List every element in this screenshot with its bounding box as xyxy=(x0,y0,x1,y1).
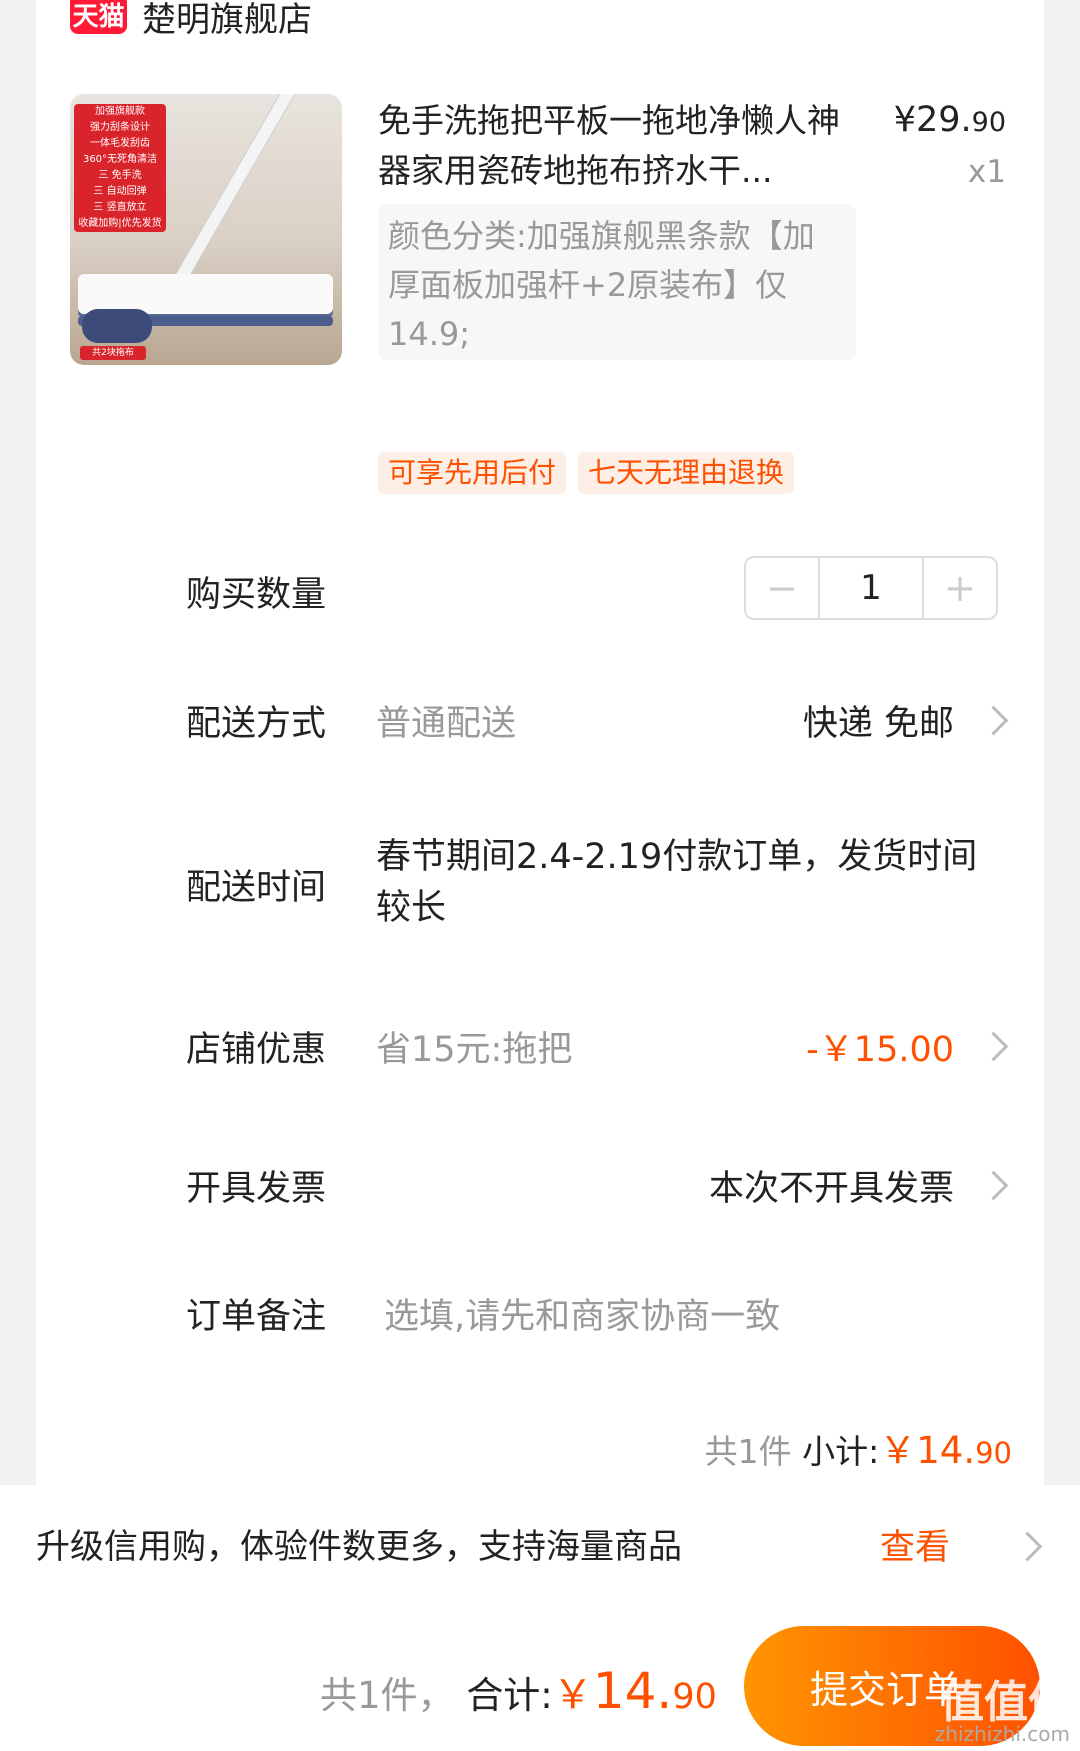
store-name[interactable]: 楚明旗舰店 xyxy=(142,0,312,41)
mop-handle-graphic xyxy=(169,94,298,292)
quantity-value[interactable]: 1 xyxy=(818,558,924,618)
total-count: 共1件， xyxy=(320,1674,455,1717)
product-quantity: x1 xyxy=(967,154,1006,190)
invoice-label: 开具发票 xyxy=(186,1169,327,1209)
delivery-method-option[interactable]: 快递 免邮 xyxy=(803,695,954,746)
banner-line: 三 竖直放立 xyxy=(93,202,147,213)
invoice-value[interactable]: 本次不开具发票 xyxy=(709,1160,954,1211)
product-variant[interactable]: 颜色分类:加强旗舰黑条款【加厚面板加强杆+2原装布】仅14.9; xyxy=(378,204,856,360)
tag-seven-day-return: 七天无理由退换 xyxy=(578,452,795,494)
product-image[interactable]: 加强旗舰款 强力刮条设计 一体毛发刮齿 360°无死角清洁 三 免手洗 三 自动… xyxy=(70,94,342,365)
credit-view-link[interactable]: 查看 xyxy=(880,1519,950,1570)
credit-banner-text: 升级信用购，体验件数更多，支持海量商品 xyxy=(36,1527,682,1567)
tmall-badge: 天猫 xyxy=(70,0,127,34)
banner-line: 三 免手洗 xyxy=(98,170,142,181)
subtotal-amount: ￥14.90 xyxy=(879,1429,1012,1472)
product-image-banner: 加强旗舰款 强力刮条设计 一体毛发刮齿 360°无死角清洁 三 免手洗 三 自动… xyxy=(74,104,166,232)
total-int: 14. xyxy=(592,1662,673,1720)
service-tags: 可享先用后付 七天无理由退换 xyxy=(378,452,795,494)
delivery-method-value: 普通配送 xyxy=(376,704,517,744)
total-amount: ￥14.90 xyxy=(552,1662,717,1720)
order-total: 共1件， 合计:￥14.90 xyxy=(320,1662,717,1720)
watermark-logo: 值值值 xyxy=(940,1677,1072,1728)
banner-line: 360°无死角清洁 xyxy=(82,154,158,165)
subtotal-label: 小计: xyxy=(802,1432,880,1471)
quantity-label: 购买数量 xyxy=(186,575,327,615)
banner-line: 加强旗舰款 xyxy=(95,106,145,117)
subtotal: 共1件 小计:￥14.90 xyxy=(705,1420,1012,1474)
tag-pay-later: 可享先用后付 xyxy=(378,452,567,494)
product-price: ¥29.90 xyxy=(894,100,1006,140)
subtotal-int: ￥14. xyxy=(879,1429,976,1472)
total-dec: 90 xyxy=(672,1677,717,1717)
total-label: 合计: xyxy=(466,1674,553,1717)
price-decimal: 90 xyxy=(971,107,1006,138)
delivery-time-label: 配送时间 xyxy=(186,868,327,908)
banner-line: 三 自动回弹 xyxy=(93,186,147,197)
subtotal-count: 共1件 xyxy=(704,1432,792,1471)
banner-line: 一体毛发刮齿 xyxy=(90,138,150,149)
delivery-time-value: 春节期间2.4-2.19付款订单，发货时间较长 xyxy=(376,837,978,928)
mop-rolls-graphic xyxy=(82,309,152,343)
price-integer: ¥29. xyxy=(893,100,972,140)
subtotal-dec: 90 xyxy=(975,1436,1012,1470)
store-discount-amount[interactable]: -￥15.00 xyxy=(806,1021,954,1072)
watermark-url: zhizhizhi.com xyxy=(934,1722,1070,1746)
order-note-label: 订单备注 xyxy=(186,1297,327,1337)
product-image-tag: 共2块拖布 xyxy=(80,346,146,360)
mop-head-graphic xyxy=(78,274,333,314)
product-title[interactable]: 免手洗拖把平板一拖地净懒人神器家用瓷砖地拖布挤水干... xyxy=(378,96,858,196)
banner-line: 强力刮条设计 xyxy=(90,122,150,133)
plus-button[interactable]: + xyxy=(924,558,996,618)
quantity-stepper[interactable]: − 1 + xyxy=(744,556,998,620)
banner-line: 收藏加购|优先发货 xyxy=(78,218,162,229)
order-note-input[interactable]: 选填,请先和商家协商一致 xyxy=(384,1288,780,1339)
store-discount-label: 店铺优惠 xyxy=(186,1030,327,1070)
store-discount-value: 省15元:拖把 xyxy=(376,1030,573,1070)
total-currency: ￥ xyxy=(552,1672,593,1718)
minus-button[interactable]: − xyxy=(746,558,818,618)
delivery-method-label: 配送方式 xyxy=(186,704,327,744)
